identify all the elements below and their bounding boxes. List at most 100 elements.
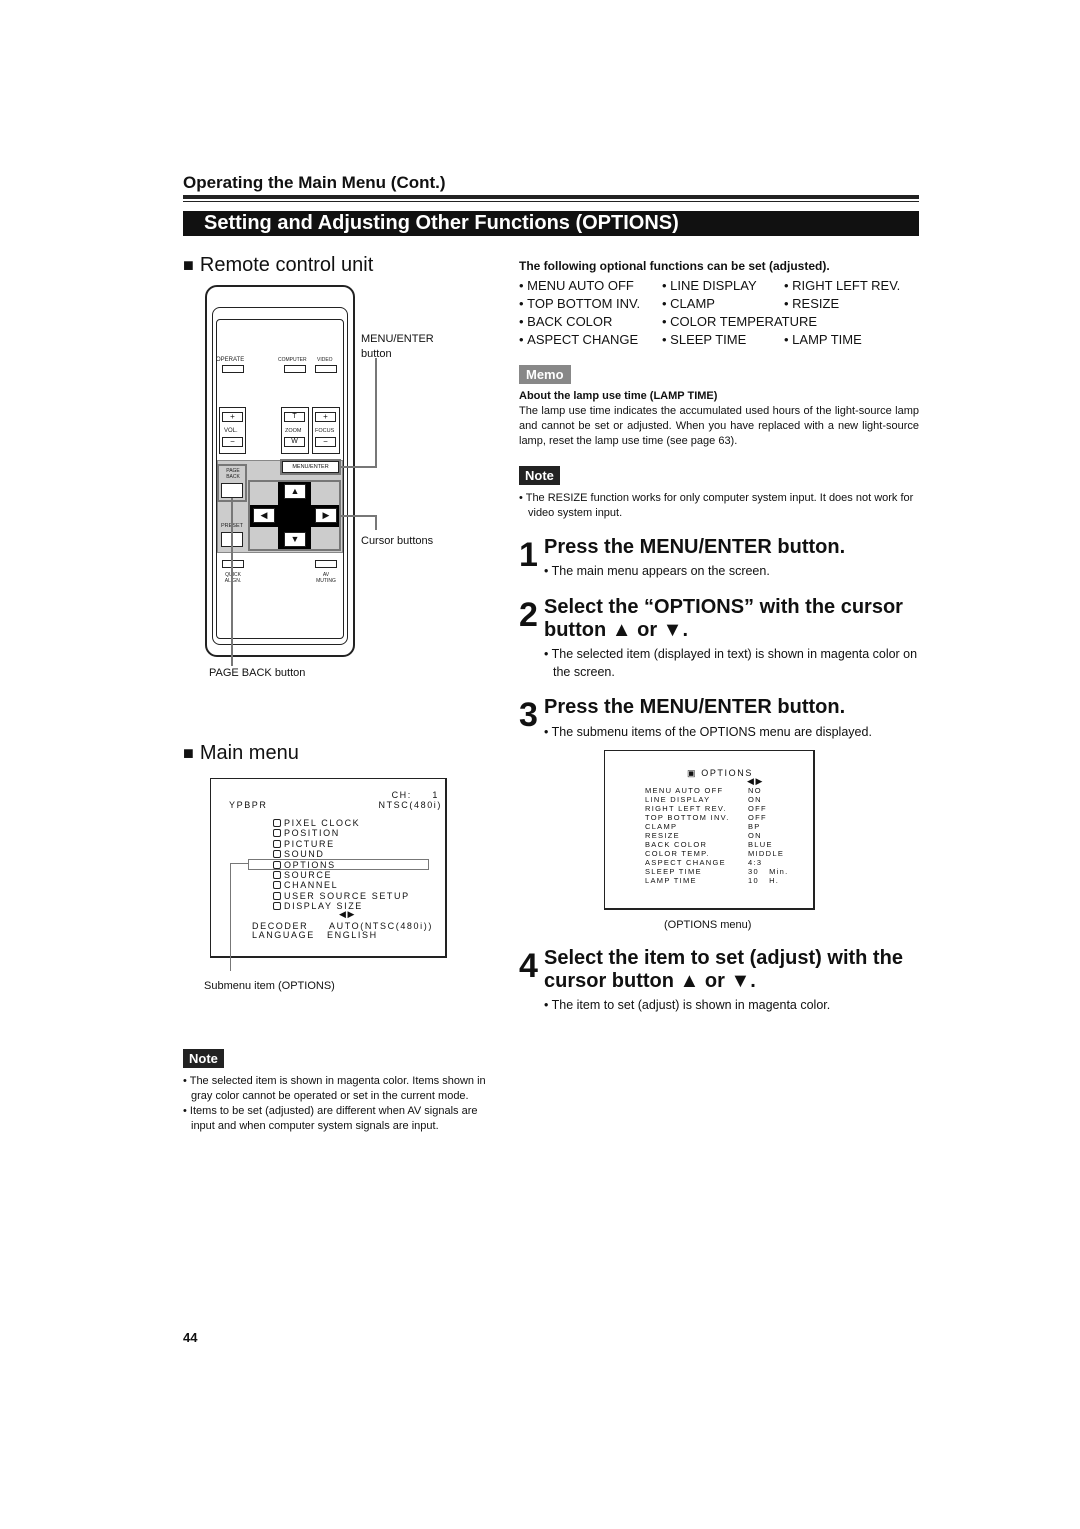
computer-button[interactable] — [284, 365, 306, 373]
main-menu-item[interactable]: USER SOURCE SETUP — [273, 891, 410, 901]
options-menu-item[interactable]: SLEEP TIME 30 Min. — [645, 867, 787, 876]
options-menu-item[interactable]: MENU AUTO OFF NO — [645, 786, 761, 795]
focus-down-button[interactable]: − — [315, 437, 336, 447]
av-muting-button[interactable] — [315, 560, 337, 568]
page-back-button[interactable] — [221, 483, 243, 498]
options-menu-item[interactable]: TOP BOTTOM INV. OFF — [645, 813, 766, 822]
submenu-icon — [273, 891, 281, 900]
memo-badge: Memo — [519, 365, 571, 384]
main-menu-item-label: USER SOURCE SETUP — [284, 890, 410, 901]
computer-label: COMPUTER — [278, 357, 307, 363]
vol-down-button[interactable]: − — [222, 437, 243, 447]
main-menu-item[interactable]: OPTIONS — [273, 860, 410, 870]
main-menu-item-label: PIXEL CLOCK — [284, 818, 361, 828]
step-number: 3 — [519, 696, 538, 734]
options-menu-item[interactable]: BACK COLOR BLUE — [645, 840, 772, 849]
function-label: LINE DISPLAY — [670, 278, 757, 293]
main-menu-item[interactable]: PICTURE — [273, 839, 410, 849]
zoom-wide-button[interactable]: W — [284, 437, 305, 447]
main-menu-item[interactable]: POSITION — [273, 828, 410, 838]
options-menu-item[interactable]: LINE DISPLAY ON — [645, 795, 761, 804]
option-label: COLOR TEMP. — [645, 849, 710, 858]
options-menu-item[interactable]: CLAMP BP — [645, 822, 759, 831]
channel: CH: 1 — [391, 790, 439, 800]
page-title: Setting and Adjusting Other Functions (O… — [183, 211, 919, 236]
options-menu-item[interactable]: COLOR TEMP. MIDDLE — [645, 849, 783, 858]
submenu-icon — [273, 870, 281, 879]
menu-enter-button[interactable]: MENU/ENTER — [280, 459, 341, 475]
main-menu-item[interactable]: CHANNEL — [273, 880, 410, 890]
source: YPBPR — [229, 800, 268, 810]
option-value: 30 Min. — [748, 867, 789, 876]
cursor-up-button[interactable]: ▲ — [284, 484, 306, 499]
main-menu-heading: ■ Main menu — [183, 742, 299, 764]
operate-button[interactable] — [222, 365, 244, 373]
option-label: RESIZE — [645, 831, 680, 840]
main-menu-heading-text: Main menu — [199, 742, 299, 764]
submenu-icon — [273, 819, 281, 827]
function-label: ASPECT CHANGE — [527, 332, 639, 347]
options-menu-item[interactable]: LAMP TIME 10 H. — [645, 876, 778, 885]
options-menu-item[interactable]: RESIZE ON — [645, 831, 761, 840]
option-value: ON — [748, 831, 762, 840]
function-label: TOP BOTTOM INV. — [527, 296, 641, 311]
options-menu-item[interactable]: RIGHT LEFT REV. OFF — [645, 804, 766, 813]
main-menu-item[interactable]: SOUND — [273, 849, 410, 859]
option-label: TOP BOTTOM INV. — [645, 813, 730, 822]
option-value: MIDDLE — [748, 849, 785, 858]
function-label: CLAMP — [670, 296, 715, 311]
option-value: BP — [748, 822, 761, 831]
submenu-caption: Submenu item (OPTIONS) — [204, 980, 335, 992]
cursor-down-button[interactable]: ▼ — [284, 532, 306, 547]
function-label: SLEEP TIME — [670, 332, 747, 347]
function-label: MENU AUTO OFF — [527, 278, 634, 293]
options-title-text: OPTIONS — [701, 768, 753, 778]
section-heading: Operating the Main Menu (Cont.) — [183, 173, 446, 192]
quick-align-button[interactable] — [222, 560, 244, 568]
function-label: LAMP TIME — [792, 332, 862, 347]
zoom-tele-button[interactable]: T — [284, 412, 305, 422]
function-item: • SLEEP TIME — [662, 332, 747, 347]
options-menu-screen: ▣ OPTIONS ◀▶ MENU AUTO OFF NO LINE DISPLAY… — [604, 750, 815, 910]
option-label: LAMP TIME — [645, 876, 697, 885]
page-number: 44 — [183, 1330, 198, 1345]
left-right-icon: ◀▶ — [747, 776, 765, 786]
focus-label: FOCUS — [315, 428, 335, 434]
memo-text: The lamp use time indicates the accumula… — [519, 405, 919, 447]
functions-row: • TOP BOTTOM INV. • CLAMP • RESIZE — [519, 295, 914, 313]
main-menu-item-label: POSITION — [284, 828, 340, 839]
option-label: ASPECT CHANGE — [645, 858, 726, 867]
function-item: • COLOR TEMPERATURE — [662, 314, 818, 329]
function-item: • RESIZE — [784, 296, 840, 311]
note-text: The selected item is shown in magenta co… — [189, 1075, 486, 1102]
option-label: BACK COLOR — [645, 840, 708, 849]
option-label: CLAMP — [645, 822, 678, 831]
main-menu-item[interactable]: PIXEL CLOCK — [273, 818, 410, 828]
cursor-right-button[interactable]: ▶ — [315, 508, 337, 523]
function-item: • ASPECT CHANGE — [519, 332, 639, 347]
language-label: LANGUAGE — [252, 930, 315, 940]
function-item: • LINE DISPLAY — [662, 278, 757, 293]
submenu-icon — [273, 850, 281, 859]
options-menu-item[interactable]: ASPECT CHANGE 4:3 — [645, 858, 761, 867]
main-menu-item[interactable]: SOURCE — [273, 870, 410, 880]
option-value: BLUE — [748, 840, 773, 849]
functions-row: • MENU AUTO OFF • LINE DISPLAY • RIGHT LEF… — [519, 277, 914, 295]
memo-heading: About the lamp use time (LAMP TIME) — [519, 390, 718, 402]
quick-align-label: QUICK ALIGN. — [224, 572, 242, 584]
main-menu-screen: CH: 1 YPBPR NTSC(480i) PIXEL CLOCK POSITI… — [210, 778, 447, 958]
focus-up-button[interactable]: + — [315, 412, 336, 422]
function-label: RESIZE — [792, 296, 840, 311]
function-item: • CLAMP — [662, 296, 715, 311]
video-button[interactable] — [315, 365, 337, 373]
option-value: ON — [748, 795, 762, 804]
step-bullet-text: The selected item (displayed in text) is… — [551, 647, 918, 679]
functions-row: • BACK COLOR • COLOR TEMPERATURE — [519, 313, 914, 331]
function-item: • RIGHT LEFT REV. — [784, 278, 901, 293]
language-value: ENGLISH — [327, 930, 378, 940]
step-title: Press the MENU/ENTER button. — [544, 536, 846, 558]
note-item: • The selected item is shown in magenta … — [183, 1075, 486, 1102]
cursor-left-button[interactable]: ◀ — [253, 508, 275, 523]
vol-up-button[interactable]: + — [222, 412, 243, 422]
options-menu-title: ▣ OPTIONS — [687, 768, 753, 778]
